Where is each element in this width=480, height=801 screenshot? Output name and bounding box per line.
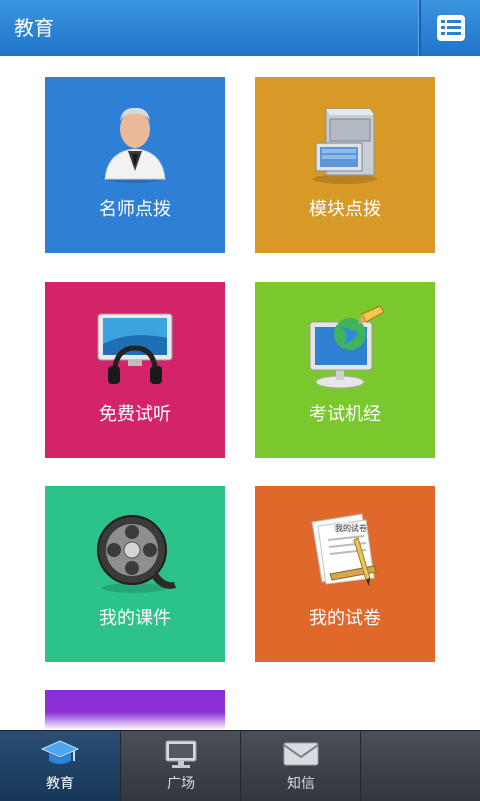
monitor-headphones-icon [97, 313, 173, 384]
page-title: 教育 [14, 16, 54, 40]
tab-label: 知信 [287, 776, 315, 792]
bottom-tab-bar: 教育 广场 知信 [0, 730, 480, 801]
exam-paper-text: 我的试卷 [335, 523, 367, 533]
list-menu-icon [436, 15, 465, 41]
computer-globe-icon [309, 305, 385, 389]
app-header: 教育 [0, 0, 480, 56]
tile-grid: 名师点拨 模块点拨 免费试听 考试机经 我的课件 我的试卷 我的试卷 [0, 56, 480, 730]
teacher-icon [103, 107, 167, 183]
tile-exam-tips[interactable]: 考试机经 [255, 282, 435, 458]
computer-icon [165, 740, 197, 768]
menu-button[interactable] [421, 0, 480, 56]
file-cabinet-icon [313, 108, 377, 184]
tile-my-exams[interactable]: 我的试卷 我的试卷 [255, 486, 435, 662]
tab-square[interactable]: 广场 [121, 731, 241, 801]
tile-free-trial[interactable]: 免费试听 [45, 282, 225, 458]
exam-paper-icon: 我的试卷 [311, 513, 377, 586]
tile-label: 免费试听 [99, 404, 171, 425]
tile-module-guidance[interactable]: 模块点拨 [255, 77, 435, 253]
tile-label: 名师点拨 [99, 199, 171, 220]
envelope-icon [283, 742, 319, 766]
tile-label: 我的试卷 [309, 608, 381, 629]
film-reel-icon [97, 515, 176, 593]
tile-my-courseware[interactable]: 我的课件 [45, 486, 225, 662]
graduation-cap-icon [40, 740, 80, 764]
tab-messages[interactable]: 知信 [241, 731, 361, 801]
tile-label: 考试机经 [309, 404, 381, 425]
tile-famous-teacher[interactable]: 名师点拨 [45, 77, 225, 253]
tile-partial[interactable] [45, 690, 225, 730]
tab-label: 广场 [167, 776, 195, 792]
tile-label: 模块点拨 [309, 199, 381, 220]
tab-education[interactable]: 教育 [0, 731, 120, 801]
tab-label: 教育 [46, 776, 74, 792]
tile-label: 我的课件 [99, 608, 171, 629]
tab-divider [360, 731, 361, 801]
